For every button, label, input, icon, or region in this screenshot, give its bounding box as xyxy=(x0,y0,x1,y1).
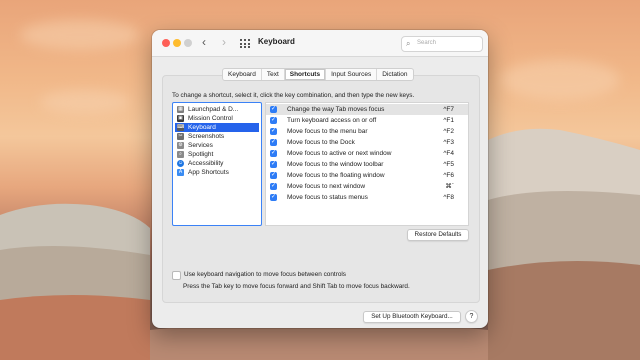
shortcut-checkbox[interactable]: ✓ xyxy=(270,117,277,124)
tab-keyboard[interactable]: Keyboard xyxy=(223,69,262,80)
search-placeholder: Search xyxy=(417,40,437,46)
accessibility-icon: ☺ xyxy=(177,160,184,167)
category-accessibility[interactable]: ☺ Accessibility xyxy=(175,159,259,168)
search-input[interactable]: ⌕ Search xyxy=(401,36,483,52)
shortcut-row[interactable]: ✓ Turn keyboard access on or off ^F1 xyxy=(266,115,468,126)
category-mission-control[interactable]: ▣ Mission Control xyxy=(175,114,259,123)
tab-text[interactable]: Text xyxy=(262,69,285,80)
title-bar: ‹ › Keyboard ⌕ Search xyxy=(152,30,488,57)
preferences-window: ‹ › Keyboard ⌕ Search Keyboard Text Shor… xyxy=(152,30,488,328)
shortcut-checkbox[interactable]: ✓ xyxy=(270,106,277,113)
shortcut-checkbox[interactable]: ✓ xyxy=(270,172,277,179)
shortcut-checkbox[interactable]: ✓ xyxy=(270,139,277,146)
tab-dictation[interactable]: Dictation xyxy=(377,69,412,80)
back-button[interactable]: ‹ xyxy=(202,35,206,49)
window-title: Keyboard xyxy=(258,37,295,46)
shortcut-row[interactable]: ✓ Move focus to next window ⌘` xyxy=(266,181,468,192)
shortcut-row[interactable]: ✓ Change the way Tab moves focus ^F7 xyxy=(266,104,468,115)
mission-control-icon: ▣ xyxy=(177,115,184,122)
launchpad-icon: ▦ xyxy=(177,106,184,113)
shortcut-row[interactable]: ✓ Move focus to the window toolbar ^F5 xyxy=(266,159,468,170)
restore-defaults-button[interactable]: Restore Defaults xyxy=(407,229,469,241)
minimize-button[interactable] xyxy=(173,39,181,47)
category-launchpad[interactable]: ▦ Launchpad & D... xyxy=(175,105,259,114)
category-services[interactable]: ⚙ Services xyxy=(175,141,259,150)
category-keyboard[interactable]: ⌨ Keyboard xyxy=(175,123,259,132)
zoom-button[interactable] xyxy=(184,39,192,47)
keyboard-navigation-note: Press the Tab key to move focus forward … xyxy=(183,283,410,290)
shortcut-row[interactable]: ✓ Move focus to active or next window ^F… xyxy=(266,148,468,159)
shortcut-checkbox[interactable]: ✓ xyxy=(270,194,277,201)
show-all-grid-icon[interactable] xyxy=(240,39,250,48)
shortcut-checkbox[interactable]: ✓ xyxy=(270,150,277,157)
keyboard-navigation-label[interactable]: Use keyboard navigation to move focus be… xyxy=(184,271,346,278)
search-icon: ⌕ xyxy=(406,39,411,48)
gear-icon: ⚙ xyxy=(177,142,184,149)
keyboard-icon: ⌨ xyxy=(177,124,185,131)
category-screenshots[interactable]: ✂ Screenshots xyxy=(175,132,259,141)
close-button[interactable] xyxy=(162,39,170,47)
shortcut-row[interactable]: ✓ Move focus to the Dock ^F3 xyxy=(266,137,468,148)
screenshot-icon: ✂ xyxy=(177,133,184,140)
tab-bar: Keyboard Text Shortcuts Input Sources Di… xyxy=(222,68,414,81)
spotlight-icon: ⌕ xyxy=(177,151,184,158)
shortcut-list: ✓ Change the way Tab moves focus ^F7 ✓ T… xyxy=(265,102,469,226)
tab-shortcuts[interactable]: Shortcuts xyxy=(284,69,327,80)
category-app-shortcuts[interactable]: A App Shortcuts xyxy=(175,168,259,177)
keyboard-navigation-checkbox[interactable] xyxy=(172,271,181,280)
shortcut-checkbox[interactable]: ✓ xyxy=(270,161,277,168)
shortcut-checkbox[interactable]: ✓ xyxy=(270,183,277,190)
instructions-text: To change a shortcut, select it, click t… xyxy=(172,92,415,99)
shortcut-row[interactable]: ✓ Move focus to status menus ^F8 xyxy=(266,192,468,203)
app-shortcuts-icon: A xyxy=(177,169,184,176)
forward-button[interactable]: › xyxy=(222,35,226,49)
shortcut-row[interactable]: ✓ Move focus to the floating window ^F6 xyxy=(266,170,468,181)
category-spotlight[interactable]: ⌕ Spotlight xyxy=(175,150,259,159)
shortcut-checkbox[interactable]: ✓ xyxy=(270,128,277,135)
shortcut-row[interactable]: ✓ Move focus to the menu bar ^F2 xyxy=(266,126,468,137)
tab-input-sources[interactable]: Input Sources xyxy=(326,69,378,80)
category-list: ▦ Launchpad & D... ▣ Mission Control ⌨ K… xyxy=(172,102,262,226)
setup-bluetooth-keyboard-button[interactable]: Set Up Bluetooth Keyboard... xyxy=(363,311,461,323)
help-button[interactable]: ? xyxy=(465,310,478,323)
